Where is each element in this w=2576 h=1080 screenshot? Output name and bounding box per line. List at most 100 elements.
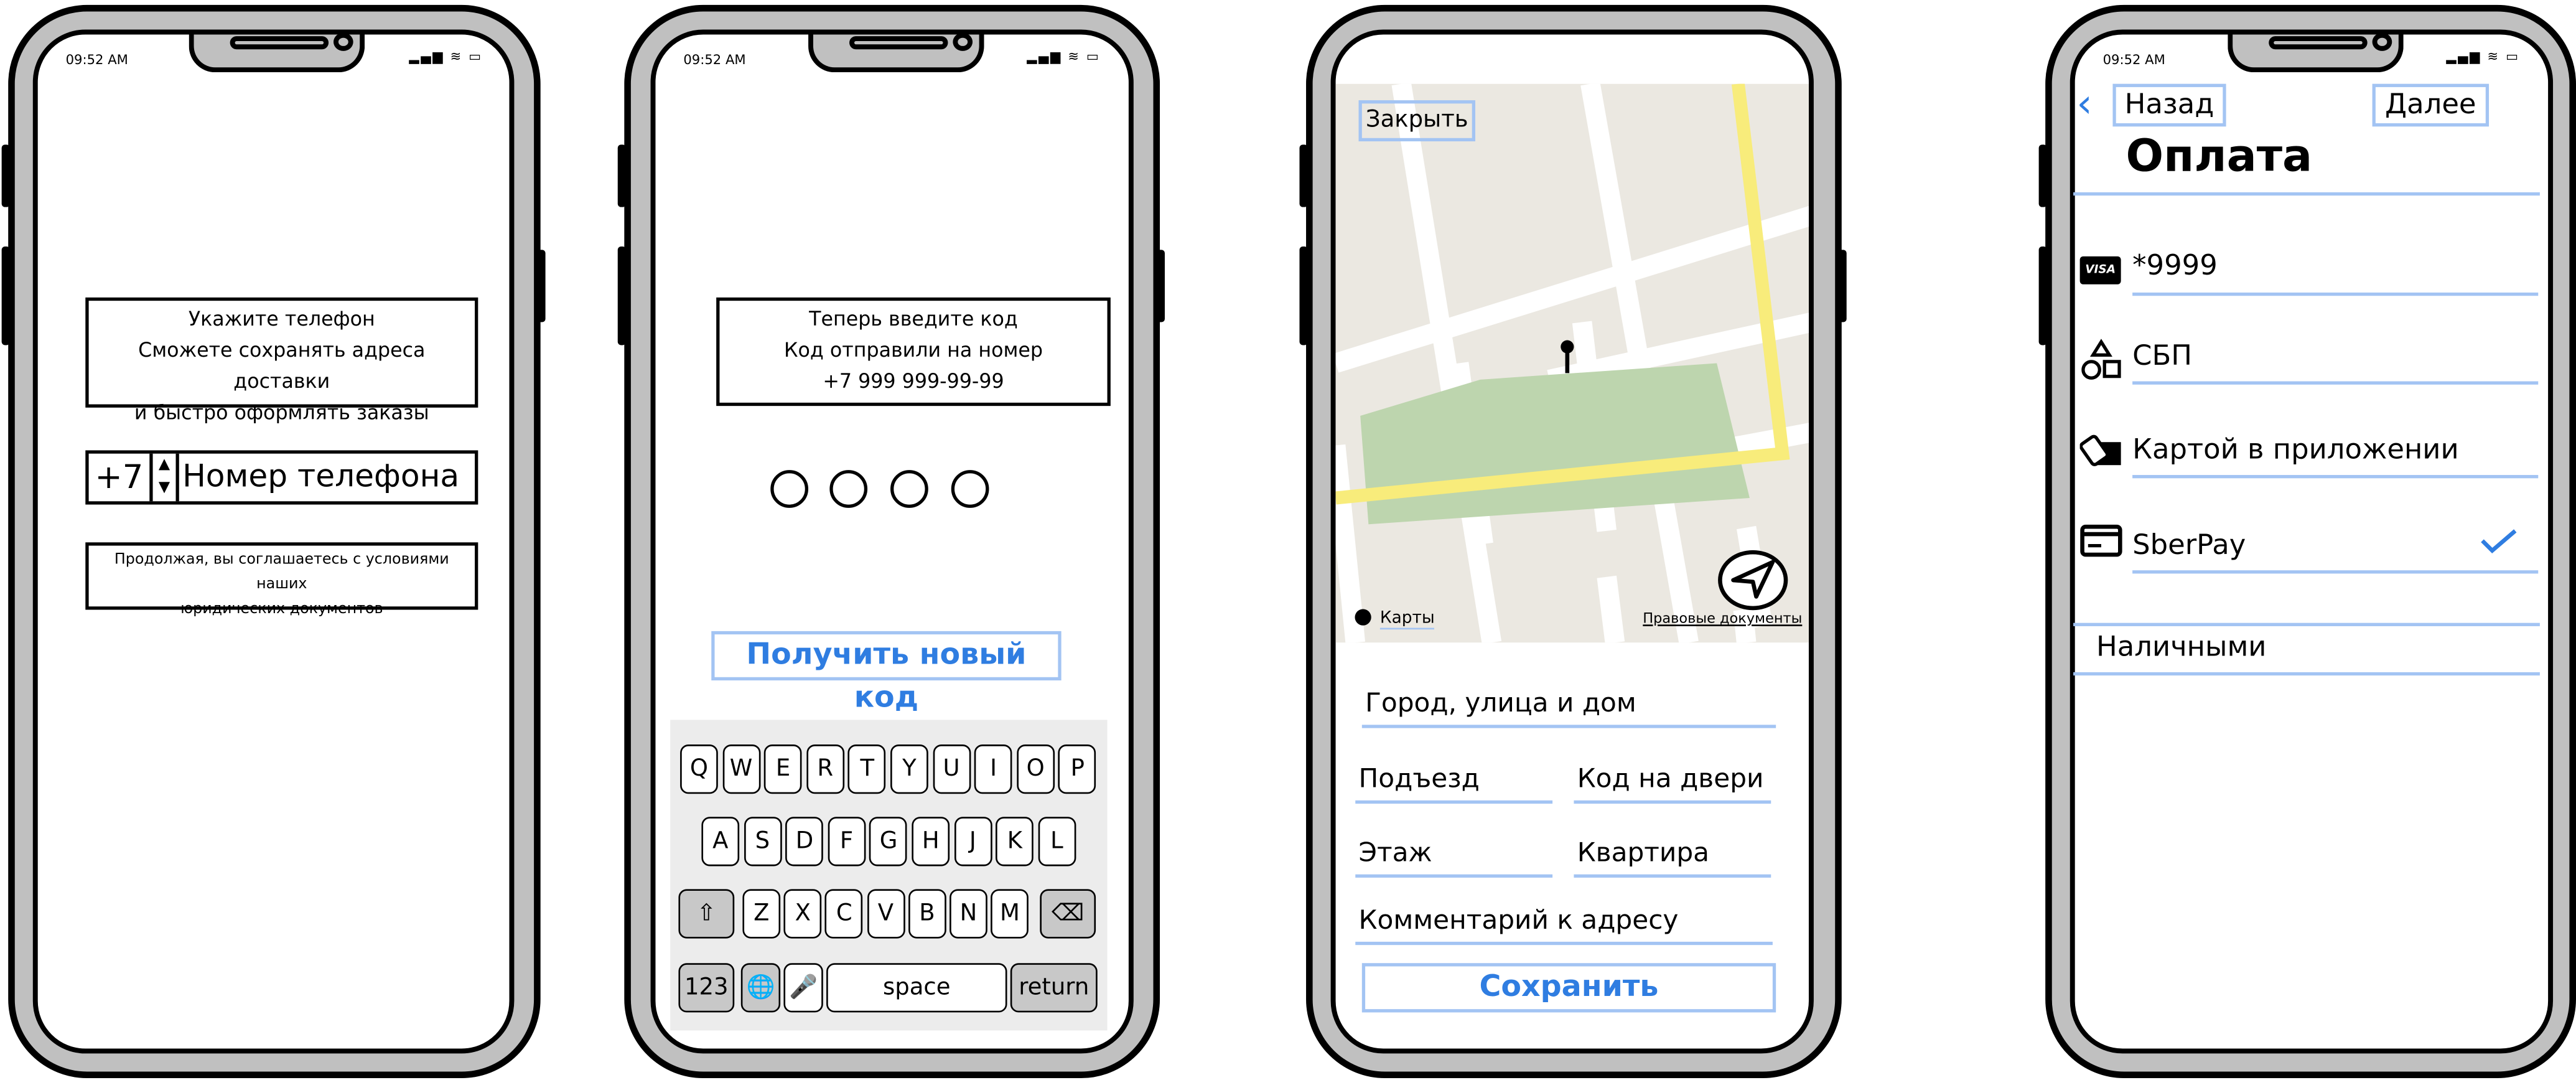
door-code-field[interactable]: Код на двери [1574, 763, 1771, 804]
payment-method-label[interactable]: SberPay [2132, 529, 2246, 562]
checkmark-icon [2481, 529, 2517, 553]
comment-field[interactable]: Комментарий к адресу [1355, 904, 1773, 946]
key-i[interactable]: I [974, 744, 1012, 794]
key-b[interactable]: B [908, 889, 946, 939]
side-button [1299, 144, 1308, 207]
side-button [1838, 250, 1847, 322]
legal-line[interactable]: юридических документов [89, 598, 475, 623]
info-line: +7 999 999-99-99 [823, 370, 1004, 393]
side-button [1, 144, 10, 207]
side-button [1299, 247, 1308, 345]
key-h[interactable]: H [912, 817, 950, 866]
key-s[interactable]: S [743, 817, 782, 866]
delete-key[interactable]: ⌫ [1040, 889, 1096, 939]
key-j[interactable]: J [953, 817, 992, 866]
key-a[interactable]: A [701, 817, 740, 866]
address-field[interactable]: Город, улица и дом [1361, 687, 1776, 728]
save-button[interactable]: Сохранить [1361, 963, 1776, 1013]
key-e[interactable]: E [764, 744, 802, 794]
shift-key[interactable]: ⇧ [678, 889, 735, 939]
globe-icon[interactable]: 🌐 [740, 963, 781, 1013]
key-t[interactable]: T [848, 744, 887, 794]
back-button[interactable]: Назад [2112, 83, 2226, 127]
resend-code-button[interactable]: Получить новый код [711, 631, 1062, 715]
key-m[interactable]: M [991, 889, 1029, 939]
key-c[interactable]: C [825, 889, 864, 939]
legal-documents-link[interactable]: Правовые документы [1643, 611, 1802, 627]
key-q[interactable]: Q [680, 744, 718, 794]
key-y[interactable]: Y [890, 744, 928, 794]
visa-icon: VISA [2079, 256, 2121, 284]
speaker [230, 36, 329, 50]
status-time: 09:52 AM [2102, 52, 2165, 68]
chevron-left-icon[interactable]: ‹ [2076, 80, 2092, 126]
notch [2228, 34, 2404, 73]
close-button[interactable]: Закрыть [1358, 100, 1475, 142]
cash-option[interactable]: Наличными [2096, 631, 2266, 664]
key-d[interactable]: D [785, 817, 824, 866]
key-g[interactable]: G [869, 817, 908, 866]
divider [2073, 192, 2540, 196]
microphone-icon[interactable]: 🎤 [783, 963, 823, 1013]
mockup-canvas: 09:52 AM ▂▄▆ ≋ ▭ Укажите телефон Сможете… [0, 0, 2576, 1080]
side-button [617, 144, 626, 207]
info-box: Укажите телефон Сможете сохранять адреса… [85, 297, 478, 424]
entrance-field[interactable]: Подъезд [1355, 763, 1553, 804]
code-digit-circle[interactable] [829, 470, 868, 508]
next-button[interactable]: Далее [2372, 83, 2490, 127]
camera [953, 34, 973, 51]
divider [2132, 381, 2539, 385]
maps-attribution[interactable]: Карты [1379, 610, 1435, 630]
info-line: Сможете сохранять адреса доставки [138, 338, 426, 393]
status-icons: ▂▄▆ ≋ ▭ [1027, 49, 1101, 64]
cards-icon [2079, 434, 2121, 466]
payment-method-label[interactable]: Картой в приложении [2132, 434, 2459, 467]
key-u[interactable]: U [932, 744, 971, 794]
apple-icon: ● [1353, 604, 1373, 630]
divider [2132, 475, 2539, 479]
code-digit-circle[interactable] [890, 470, 928, 508]
map[interactable] [1335, 83, 1813, 643]
key-o[interactable]: O [1016, 744, 1055, 794]
space-key[interactable]: space [826, 963, 1007, 1013]
page-title: Оплата [2126, 131, 2313, 183]
divider [2073, 622, 2540, 626]
divider [2132, 292, 2539, 296]
key-r[interactable]: R [806, 744, 844, 794]
key-p[interactable]: P [1058, 744, 1097, 794]
key-w[interactable]: W [722, 744, 760, 794]
key-x[interactable]: X [783, 889, 822, 939]
side-button [617, 247, 626, 345]
status-icons: ▂▄▆ ≋ ▭ [409, 49, 483, 64]
key-k[interactable]: K [996, 817, 1034, 866]
phone-number-input[interactable]: Номер телефона [182, 455, 459, 499]
credit-card-icon [2080, 524, 2122, 557]
key-v[interactable]: V [867, 889, 905, 939]
side-button [537, 250, 546, 322]
speaker [2269, 36, 2368, 50]
screen-address [1330, 29, 1814, 1054]
key-f[interactable]: F [828, 817, 866, 866]
key-z[interactable]: Z [742, 889, 781, 939]
key-n[interactable]: N [950, 889, 987, 939]
payment-method-label[interactable]: СБП [2132, 340, 2192, 373]
country-code[interactable]: +7 [89, 453, 153, 502]
divider [2073, 672, 2540, 676]
side-button [2038, 144, 2047, 207]
key-l[interactable]: L [1038, 817, 1076, 866]
code-digit-circle[interactable] [770, 470, 809, 508]
apartment-field[interactable]: Квартира [1574, 837, 1771, 878]
speaker [849, 36, 948, 50]
status-icons: ▂▄▆ ≋ ▭ [2446, 49, 2520, 64]
return-key[interactable]: return [1010, 963, 1098, 1013]
code-digit-circle[interactable] [951, 470, 989, 508]
country-code-stepper[interactable]: ▲ ▼ [153, 453, 179, 502]
numbers-key[interactable]: 123 [678, 963, 735, 1013]
floor-field[interactable]: Этаж [1355, 837, 1553, 878]
payment-method-label[interactable]: *9999 [2132, 250, 2218, 283]
side-button [1, 247, 10, 345]
status-time: 09:52 AM [65, 52, 128, 68]
info-line: Укажите телефон [188, 307, 375, 331]
camera [2372, 34, 2392, 51]
divider [2132, 570, 2539, 574]
